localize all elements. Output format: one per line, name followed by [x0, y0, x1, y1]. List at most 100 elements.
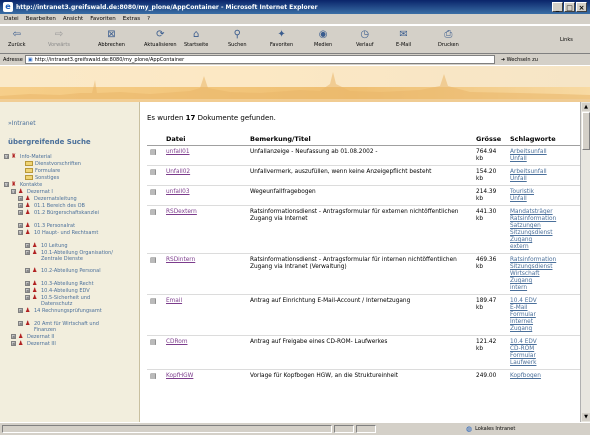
- tree-node[interactable]: ⊟ ♜ Info-Material: [4, 154, 138, 161]
- toolbar-button[interactable]: ◉ Medien: [314, 29, 332, 48]
- toolbar-button[interactable]: ✉ E-Mail: [396, 29, 411, 48]
- vertical-scrollbar[interactable]: ▲ ▼: [580, 102, 590, 422]
- tree-node[interactable]: Dienstvorschriften: [4, 161, 138, 168]
- keyword-link[interactable]: intern: [510, 285, 577, 292]
- menu-item[interactable]: Extras: [123, 16, 140, 22]
- tree-node[interactable]: ⊞ ♟ 10.4-Abteilung EDV: [4, 288, 138, 295]
- links-button[interactable]: Links: [560, 37, 573, 43]
- keyword-link[interactable]: Formular: [510, 353, 577, 360]
- scroll-up-arrow-icon[interactable]: ▲: [582, 103, 590, 111]
- tree-node[interactable]: ⊞ ♟ Dezernat II: [4, 334, 138, 341]
- expand-icon[interactable]: ⊞: [18, 203, 23, 208]
- toolbar-button[interactable]: ⚲ Suchen: [228, 29, 247, 48]
- toolbar-button[interactable]: ⇨ Vorwärts: [48, 29, 70, 48]
- toolbar-button[interactable]: ◷ Verlauf: [356, 29, 374, 48]
- document-icon[interactable]: ▤: [150, 188, 157, 196]
- keyword-link[interactable]: 10.4 EDV: [510, 298, 577, 305]
- keyword-link[interactable]: E-Mail: [510, 305, 577, 312]
- scroll-down-arrow-icon[interactable]: ▼: [582, 413, 590, 421]
- global-search-link[interactable]: übergreifende Suche: [8, 138, 91, 146]
- toolbar-button[interactable]: ⇦ Zurück: [8, 29, 25, 48]
- expand-icon[interactable]: ⊞: [25, 268, 30, 273]
- keyword-link[interactable]: Zugang: [510, 237, 577, 244]
- keyword-link[interactable]: Touristik: [510, 189, 577, 196]
- intranet-link[interactable]: »Intranet: [8, 120, 36, 127]
- expand-icon[interactable]: ⊞: [18, 321, 23, 326]
- minimize-button[interactable]: _: [552, 2, 563, 12]
- expand-icon[interactable]: ⊞: [25, 243, 30, 248]
- keyword-link[interactable]: Sitzungsdienst: [510, 264, 577, 271]
- menu-item[interactable]: Favoriten: [90, 16, 115, 22]
- keyword-link[interactable]: Satzungen: [510, 223, 577, 230]
- keyword-link[interactable]: Internet: [510, 319, 577, 326]
- document-icon[interactable]: ▤: [150, 297, 157, 305]
- file-link[interactable]: unfall01: [166, 149, 190, 155]
- keyword-link[interactable]: 10.4 EDV: [510, 339, 577, 346]
- address-input[interactable]: ▣ http://intranet3.greifswald.de:8080/my…: [24, 55, 495, 64]
- menu-item[interactable]: Bearbeiten: [26, 16, 56, 22]
- expand-icon[interactable]: ⊞: [18, 196, 23, 201]
- keyword-link[interactable]: Kopfbogen: [510, 373, 577, 380]
- file-link[interactable]: CDRom: [166, 339, 187, 345]
- expand-icon[interactable]: ⊞: [25, 250, 30, 255]
- tree-node[interactable]: ⊟ ♜ Kontakte: [4, 182, 138, 189]
- keyword-link[interactable]: Sitzungsdienst: [510, 230, 577, 237]
- keyword-link[interactable]: Unfall: [510, 156, 577, 163]
- file-link[interactable]: RSDextern: [166, 209, 197, 215]
- toolbar-button[interactable]: ⟳ Aktualisieren: [144, 29, 177, 48]
- tree-node[interactable]: ⊞ ♟ 10 Leitung: [4, 243, 138, 250]
- expand-icon[interactable]: ⊞: [18, 210, 23, 215]
- expand-icon[interactable]: ⊞: [25, 288, 30, 293]
- expand-icon[interactable]: ⊞: [18, 223, 23, 228]
- keyword-link[interactable]: Laufwerk: [510, 360, 577, 367]
- keyword-link[interactable]: Ratsinformation: [510, 257, 577, 264]
- file-link[interactable]: Unfall02: [166, 169, 190, 175]
- document-icon[interactable]: ▤: [150, 148, 157, 156]
- keyword-link[interactable]: extern: [510, 244, 577, 251]
- keyword-link[interactable]: CD-ROM: [510, 346, 577, 353]
- keyword-link[interactable]: Zugang: [510, 326, 577, 333]
- keyword-link[interactable]: Ratsinformation: [510, 216, 577, 223]
- document-icon[interactable]: ▤: [150, 338, 157, 346]
- keyword-link[interactable]: Zugang: [510, 278, 577, 285]
- file-link[interactable]: Email: [166, 298, 182, 304]
- tree-node[interactable]: ⊟ ♟ 10 Haupt- und Rechtsamt: [4, 230, 138, 243]
- tree-node[interactable]: ⊞ ♟ Dezernat III: [4, 341, 138, 348]
- tree-node[interactable]: ⊞ ♟ 10.3-Abteilung Recht: [4, 281, 138, 288]
- tree-node[interactable]: ⊞ ♟ 10.2-Abteilung Personal: [4, 268, 138, 281]
- scroll-thumb[interactable]: [582, 112, 590, 150]
- menu-item[interactable]: Datei: [4, 16, 19, 22]
- document-icon[interactable]: ▤: [150, 208, 157, 216]
- expand-icon[interactable]: ⊞: [11, 334, 16, 339]
- menu-item[interactable]: Ansicht: [63, 16, 83, 22]
- document-icon[interactable]: ▤: [150, 372, 157, 380]
- keyword-link[interactable]: Wirtschaft: [510, 271, 577, 278]
- keyword-link[interactable]: Arbeitsunfall: [510, 149, 577, 156]
- file-link[interactable]: unfall03: [166, 189, 190, 195]
- collapse-icon[interactable]: ⊟: [11, 189, 16, 194]
- expand-icon[interactable]: ⊞: [25, 281, 30, 286]
- keyword-link[interactable]: Formular: [510, 312, 577, 319]
- menu-item[interactable]: ?: [147, 16, 150, 22]
- tree-node[interactable]: ⊞ ♟ 20 Amt für Wirtschaft und Finanzen: [4, 321, 138, 334]
- toolbar-button[interactable]: ⎙ Drucken: [438, 29, 459, 48]
- tree-node[interactable]: ⊞ ♟ 10.1-Abteilung Organisation/ Zentrale …: [4, 250, 138, 268]
- keyword-link[interactable]: Unfall: [510, 176, 577, 183]
- toolbar-button[interactable]: ⊠ Abbrechen: [98, 29, 125, 48]
- file-link[interactable]: KopfHGW: [166, 373, 193, 379]
- expand-icon[interactable]: ⊞: [11, 341, 16, 346]
- toolbar-button[interactable]: ✦ Favoriten: [270, 29, 293, 48]
- expand-icon[interactable]: ⊞: [25, 295, 30, 300]
- document-icon[interactable]: ▤: [150, 168, 157, 176]
- close-button[interactable]: ×: [576, 2, 587, 12]
- keyword-link[interactable]: Mandatsträger: [510, 209, 577, 216]
- keyword-link[interactable]: Unfall: [510, 196, 577, 203]
- tree-node[interactable]: Sonstiges: [4, 175, 138, 182]
- expand-icon[interactable]: ⊞: [18, 308, 23, 313]
- file-link[interactable]: RSDintern: [166, 257, 195, 263]
- collapse-icon[interactable]: ⊟: [4, 154, 9, 159]
- keyword-link[interactable]: Arbeitsunfall: [510, 169, 577, 176]
- collapse-icon[interactable]: ⊟: [4, 182, 9, 187]
- go-button[interactable]: ➜ Wechseln zu: [501, 57, 538, 63]
- document-icon[interactable]: ▤: [150, 256, 157, 264]
